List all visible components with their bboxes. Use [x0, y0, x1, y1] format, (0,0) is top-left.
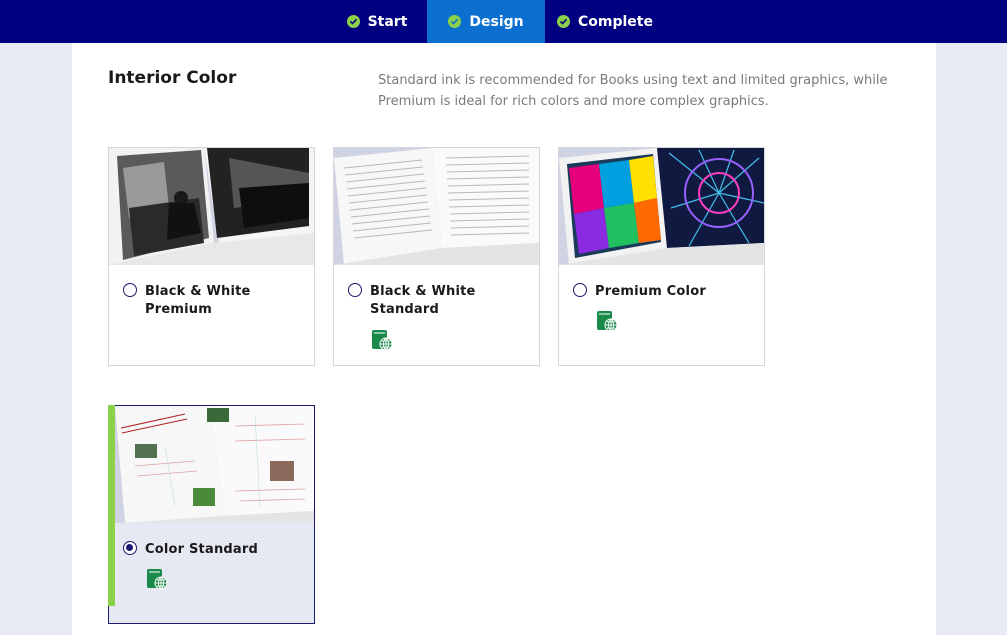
option-label: Color Standard [145, 542, 258, 557]
check-icon [557, 15, 570, 28]
section-title: Interior Color [108, 68, 237, 88]
step-start-label: Start [367, 13, 408, 30]
option-card-bw-standard[interactable]: Black & White Standard [333, 147, 540, 366]
check-icon [346, 15, 360, 28]
step-design[interactable]: Design [427, 0, 545, 43]
step-complete-label: Complete [578, 13, 653, 30]
step-navigation: Start Design Complete [0, 0, 1007, 43]
option-label: Premium Color [595, 284, 706, 299]
option-radio[interactable] [123, 541, 137, 555]
book-preview-image [559, 148, 764, 265]
selected-accent-bar [108, 405, 115, 606]
option-label: Black & White Standard [370, 284, 476, 317]
option-radio[interactable] [573, 283, 587, 297]
book-preview-image [109, 148, 314, 265]
step-design-label: Design [469, 13, 524, 30]
option-card-color-standard[interactable]: Color Standard [108, 405, 315, 624]
option-card-bw-premium[interactable]: Black & White Premium [108, 147, 315, 366]
step-complete[interactable]: Complete [545, 0, 665, 43]
step-start[interactable]: Start [327, 0, 427, 43]
option-card-premium-color[interactable]: Premium Color [558, 147, 765, 366]
option-radio[interactable] [348, 283, 362, 297]
section-description: Standard ink is recommended for Books us… [378, 73, 888, 109]
global-distribution-icon [147, 569, 168, 590]
option-label: Black & White Premium [145, 284, 251, 317]
book-preview-image [115, 406, 314, 523]
global-distribution-icon [372, 330, 393, 351]
global-distribution-icon [597, 311, 618, 332]
book-preview-image [334, 148, 539, 265]
option-radio[interactable] [123, 283, 137, 297]
check-icon [448, 15, 462, 28]
